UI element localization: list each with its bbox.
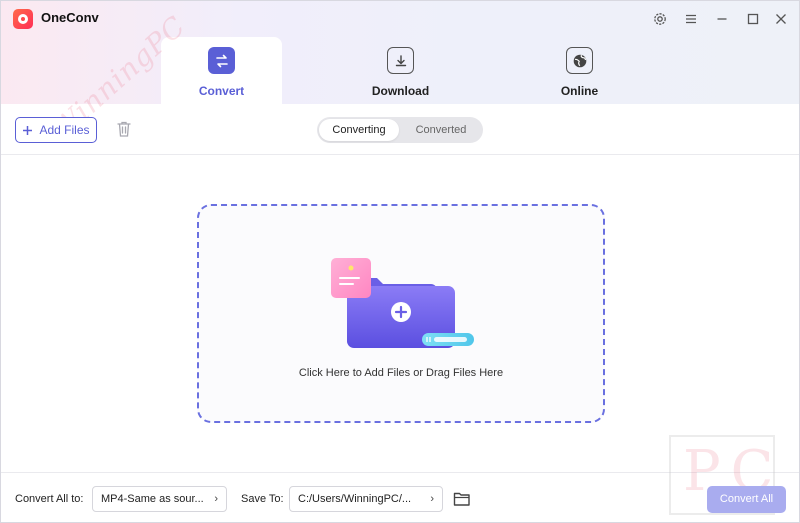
globe-icon: [566, 47, 593, 74]
save-path-value: C:/Users/WinningPC/...: [298, 493, 412, 505]
settings-icon[interactable]: [650, 9, 670, 29]
status-toggle: Converting Converted: [317, 117, 483, 143]
convert-arrows-icon: [208, 47, 235, 74]
minimize-icon[interactable]: [712, 9, 732, 29]
download-icon: [387, 47, 414, 74]
tab-converting[interactable]: Converting: [319, 119, 399, 141]
convert-all-button[interactable]: Convert All: [707, 486, 786, 513]
drop-zone[interactable]: Click Here to Add Files or Drag Files He…: [197, 204, 605, 423]
trash-icon[interactable]: [114, 119, 134, 139]
tab-download-label: Download: [371, 84, 430, 98]
plus-icon: [23, 125, 33, 135]
save-to-label: Save To:: [241, 493, 284, 505]
save-path-select[interactable]: C:/Users/WinningPC/... ›: [289, 486, 443, 512]
tab-converted[interactable]: Converted: [401, 119, 481, 141]
open-folder-icon[interactable]: [452, 489, 472, 509]
toolbar-divider: [1, 154, 799, 155]
menu-icon[interactable]: [681, 9, 701, 29]
folder-illustration-icon: [331, 258, 474, 348]
add-files-button[interactable]: Add Files: [15, 117, 97, 143]
chevron-right-icon: ›: [214, 493, 218, 505]
tab-online-label: Online: [560, 84, 599, 98]
app-logo: [13, 9, 33, 29]
format-value: MP4-Same as sour...: [101, 493, 204, 505]
tab-download[interactable]: Download: [340, 37, 461, 104]
maximize-icon[interactable]: [743, 9, 763, 29]
add-files-label: Add Files: [39, 123, 90, 137]
tab-online[interactable]: Online: [519, 37, 640, 104]
format-select[interactable]: MP4-Same as sour... ›: [92, 486, 227, 512]
tab-convert-label: Convert: [198, 84, 245, 98]
tab-convert[interactable]: Convert: [161, 37, 282, 104]
close-icon[interactable]: [771, 9, 791, 29]
drop-zone-text: Click Here to Add Files or Drag Files He…: [298, 367, 504, 379]
chevron-right-icon: ›: [430, 493, 434, 505]
app-window: OneConv Convert Download Online WinningP…: [0, 0, 800, 523]
app-title: OneConv: [41, 10, 99, 25]
convert-all-to-label: Convert All to:: [15, 493, 84, 505]
